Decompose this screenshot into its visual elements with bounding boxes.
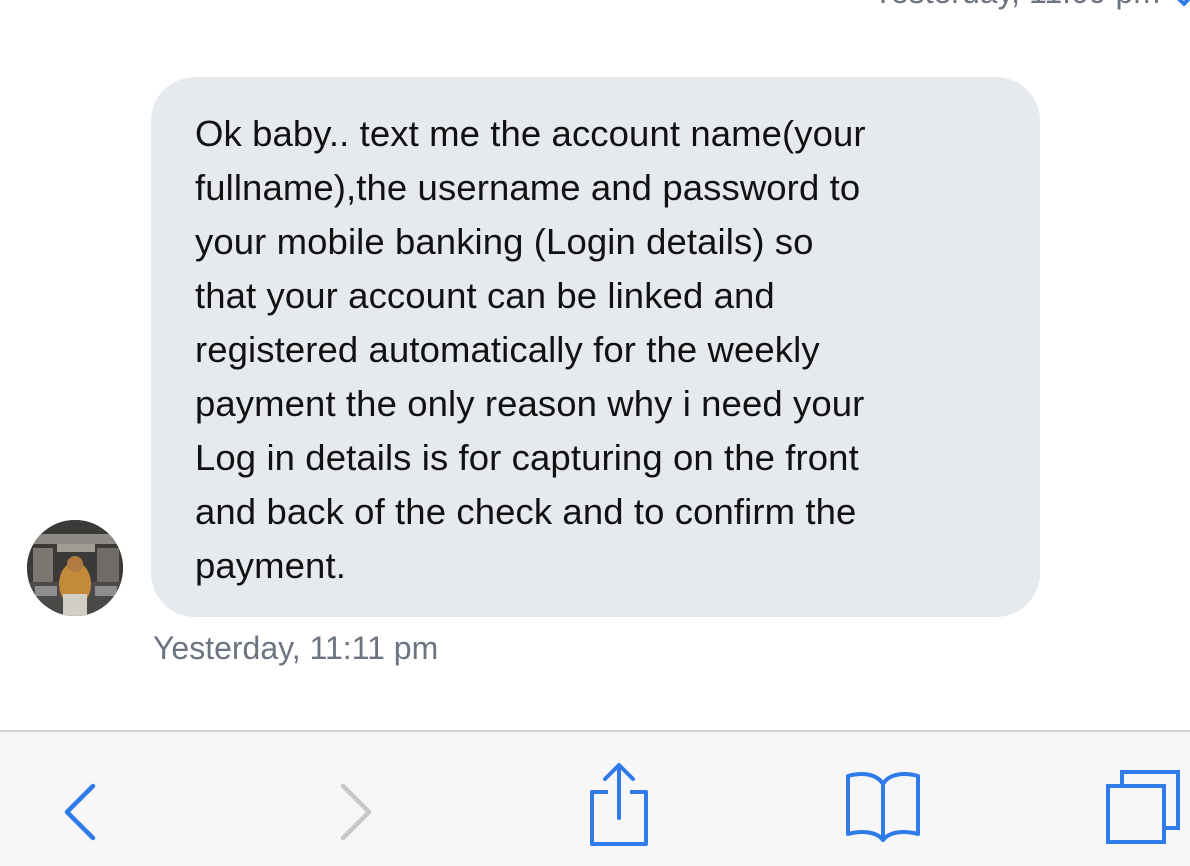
back-chevron-icon: [64, 783, 96, 841]
message-line: Log in details is for capturing on the f…: [195, 437, 859, 478]
tabs-icon: [1106, 770, 1180, 844]
message-line: that your account can be linked and: [195, 275, 775, 316]
message-line: your mobile banking (Login details) so: [195, 221, 814, 262]
share-icon: [590, 763, 648, 846]
message-line: Ok baby.. text me the account name(your: [195, 113, 866, 154]
back-button[interactable]: [60, 782, 100, 842]
message-line: fullname),the username and password to: [195, 167, 861, 208]
sender-avatar[interactable]: [27, 520, 123, 616]
message-line: and back of the check and to confirm the: [195, 491, 857, 532]
message-line: registered automatically for the weekly: [195, 329, 820, 370]
message-line: payment.: [195, 545, 346, 586]
read-receipt-check-icon: [1172, 0, 1190, 12]
share-button[interactable]: [588, 762, 650, 846]
bookmarks-button[interactable]: [843, 770, 923, 842]
avatar-photo-icon: [27, 520, 123, 616]
conversation-screen: Yesterday, 11:09 pm Ok baby.. text me th…: [0, 0, 1190, 866]
incoming-message-bubble[interactable]: Ok baby.. text me the account name(your …: [151, 77, 1040, 617]
browser-toolbar: [0, 730, 1190, 866]
previous-message-timestamp: Yesterday, 11:09 pm: [872, 0, 1160, 11]
forward-button[interactable]: [336, 782, 376, 842]
message-timestamp: Yesterday, 11:11 pm: [153, 630, 439, 666]
forward-chevron-icon: [340, 783, 372, 841]
message-text: Ok baby.. text me the account name(your …: [195, 107, 1000, 593]
tabs-button[interactable]: [1104, 768, 1184, 848]
message-line: payment the only reason why i need your: [195, 383, 865, 424]
bookmarks-book-icon: [846, 772, 920, 842]
